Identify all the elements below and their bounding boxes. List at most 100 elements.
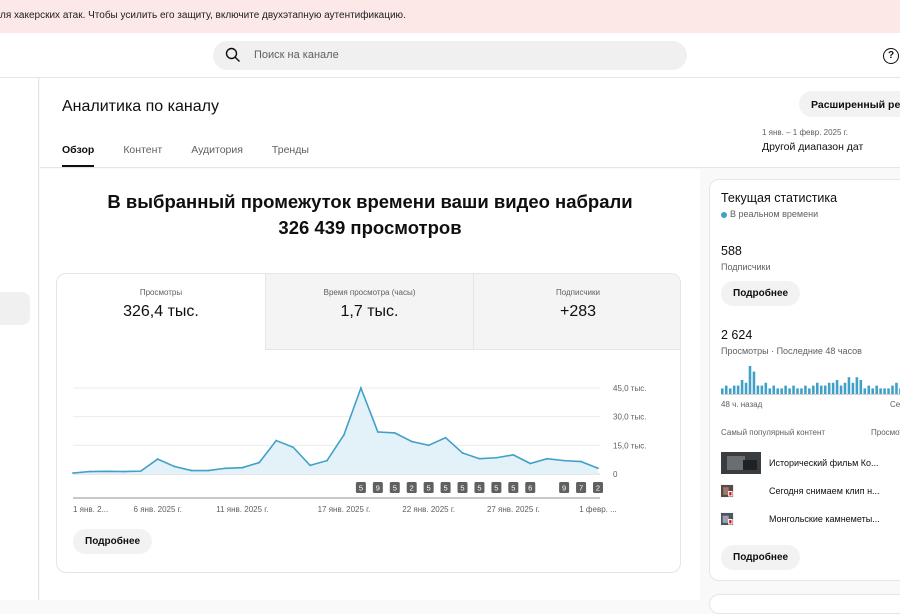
- shorts-thumbnail: [721, 512, 734, 526]
- metric-views-value: 326,4 тыс.: [123, 303, 199, 320]
- x-tick-label: 22 янв. 2025 г.: [402, 505, 455, 514]
- data-point: [224, 467, 227, 470]
- mini-bar: [740, 380, 744, 394]
- tab-audience[interactable]: Аудитория: [191, 144, 243, 167]
- mini-bar: [823, 385, 827, 394]
- mini-bar: [752, 371, 756, 394]
- left-navigation: [0, 78, 39, 600]
- data-point: [241, 466, 244, 469]
- data-point: [207, 469, 210, 472]
- live-label: В реальном времени: [730, 209, 819, 219]
- views-chart[interactable]: 45,0 тыс. 30,0 тыс. 15,0 тыс. 0 5 9 5 2 5 5 5 5 5 5 6 9…: [57, 364, 681, 514]
- popular-item-title: Исторический фильм Ко...: [769, 458, 879, 468]
- data-point: [173, 465, 176, 468]
- top-bar: Поиск на канале ?: [0, 33, 900, 78]
- views-48h-mini-chart[interactable]: [721, 366, 900, 396]
- popular-item[interactable]: Монгольские камнеметы...: [721, 508, 900, 530]
- data-point: [89, 470, 91, 473]
- data-point: [139, 470, 142, 473]
- video-marker-label: 6: [528, 484, 532, 493]
- subscribers-count: 588: [721, 244, 742, 258]
- data-point: [427, 444, 430, 447]
- mini-bar: [756, 385, 760, 394]
- metric-watch-time-value: 1,7 тыс.: [340, 303, 399, 320]
- video-marker-label: 7: [579, 484, 583, 493]
- mini-bar: [788, 388, 791, 394]
- video-thumbnail: [721, 452, 761, 474]
- nav-item-analytics-selected[interactable]: [0, 292, 30, 325]
- mini-bar: [843, 382, 847, 394]
- x-tick-label: 27 янв. 2025 г.: [487, 505, 540, 514]
- data-point: [461, 452, 464, 454]
- date-range-selector[interactable]: Другой диапазон дат: [762, 141, 863, 153]
- search-icon: [225, 47, 241, 68]
- tab-content[interactable]: Контент: [123, 144, 162, 167]
- data-point: [444, 436, 447, 439]
- advanced-mode-button[interactable]: Расширенный режим: [799, 91, 900, 117]
- data-point: [495, 456, 498, 459]
- views-48h-count: 2 624: [721, 328, 753, 342]
- y-tick-label: 0: [613, 470, 618, 479]
- mini-bar: [784, 385, 787, 394]
- metric-subscribers[interactable]: Подписчики +283: [473, 274, 680, 350]
- mini-bar: [792, 385, 795, 394]
- data-point: [376, 431, 379, 433]
- y-tick-label: 30,0 тыс.: [613, 413, 646, 422]
- popular-item-title: Монгольские камнеметы...: [769, 514, 880, 524]
- data-point: [122, 470, 125, 473]
- mini-bar: [835, 380, 839, 394]
- mini-bar: [804, 385, 807, 394]
- popular-more-button[interactable]: Подробнее: [721, 545, 801, 570]
- data-point: [190, 469, 193, 472]
- mini-bar: [887, 388, 890, 394]
- metric-watch-time[interactable]: Время просмотра (часы) 1,7 тыс.: [265, 274, 473, 350]
- mini-bar: [863, 388, 867, 394]
- subscribers-label: Подписчики: [721, 262, 771, 272]
- x-tick-label: 1 февр. ...: [579, 505, 617, 514]
- tab-overview[interactable]: Обзор: [62, 144, 95, 167]
- search-input[interactable]: Поиск на канале: [254, 49, 339, 61]
- overview-more-button[interactable]: Подробнее: [73, 529, 153, 554]
- area-fill: [73, 388, 598, 474]
- live-dot-icon: [721, 211, 727, 218]
- video-marker-label: 5: [393, 484, 397, 493]
- popular-item[interactable]: Сегодня снимаем клип н...: [721, 480, 900, 502]
- data-point: [105, 470, 108, 473]
- mini-bar: [827, 382, 831, 394]
- shorts-thumbnail: [721, 484, 734, 498]
- data-point: [343, 433, 345, 436]
- mini-bar: [875, 385, 878, 394]
- data-point: [275, 439, 278, 442]
- metric-subscribers-label: Подписчики: [555, 288, 600, 297]
- mini-bar: [812, 385, 815, 394]
- mini-axis-left: 48 ч. назад: [721, 400, 763, 409]
- video-marker-label: 5: [511, 484, 515, 493]
- data-point: [563, 459, 566, 462]
- x-tick-label: 6 янв. 2025 г.: [134, 505, 182, 514]
- data-point: [478, 457, 481, 460]
- mini-bar: [748, 366, 752, 394]
- mini-bar: [724, 385, 728, 394]
- metric-views-label: Просмотры: [139, 288, 183, 297]
- mini-bar: [768, 388, 772, 394]
- mini-bar: [796, 388, 799, 394]
- banner-text: ля хакерских атак. Чтобы усилить его защ…: [0, 10, 406, 21]
- video-marker-label: 2: [410, 484, 414, 493]
- mini-bar: [808, 388, 811, 394]
- tab-trends[interactable]: Тренды: [272, 144, 309, 167]
- popular-item[interactable]: Исторический фильм Ко...: [721, 452, 900, 474]
- metric-views[interactable]: Просмотры 326,4 тыс.: [57, 274, 265, 350]
- mini-bar: [764, 382, 768, 394]
- video-marker-label: 5: [460, 484, 464, 493]
- subscribers-more-button[interactable]: Подробнее: [721, 281, 801, 306]
- mini-bar: [891, 385, 894, 394]
- data-point: [580, 460, 582, 463]
- mini-bar: [776, 388, 779, 394]
- search-box[interactable]: Поиск на канале: [213, 41, 687, 70]
- analytics-header: Аналитика по каналу Расширенный режим Об…: [40, 78, 900, 168]
- help-icon[interactable]: ?: [883, 48, 899, 64]
- headline-line-2: 326 439 просмотров: [278, 217, 462, 238]
- popular-item-title: Сегодня снимаем клип н...: [769, 486, 880, 496]
- mini-bar: [831, 382, 835, 394]
- data-point: [410, 440, 413, 443]
